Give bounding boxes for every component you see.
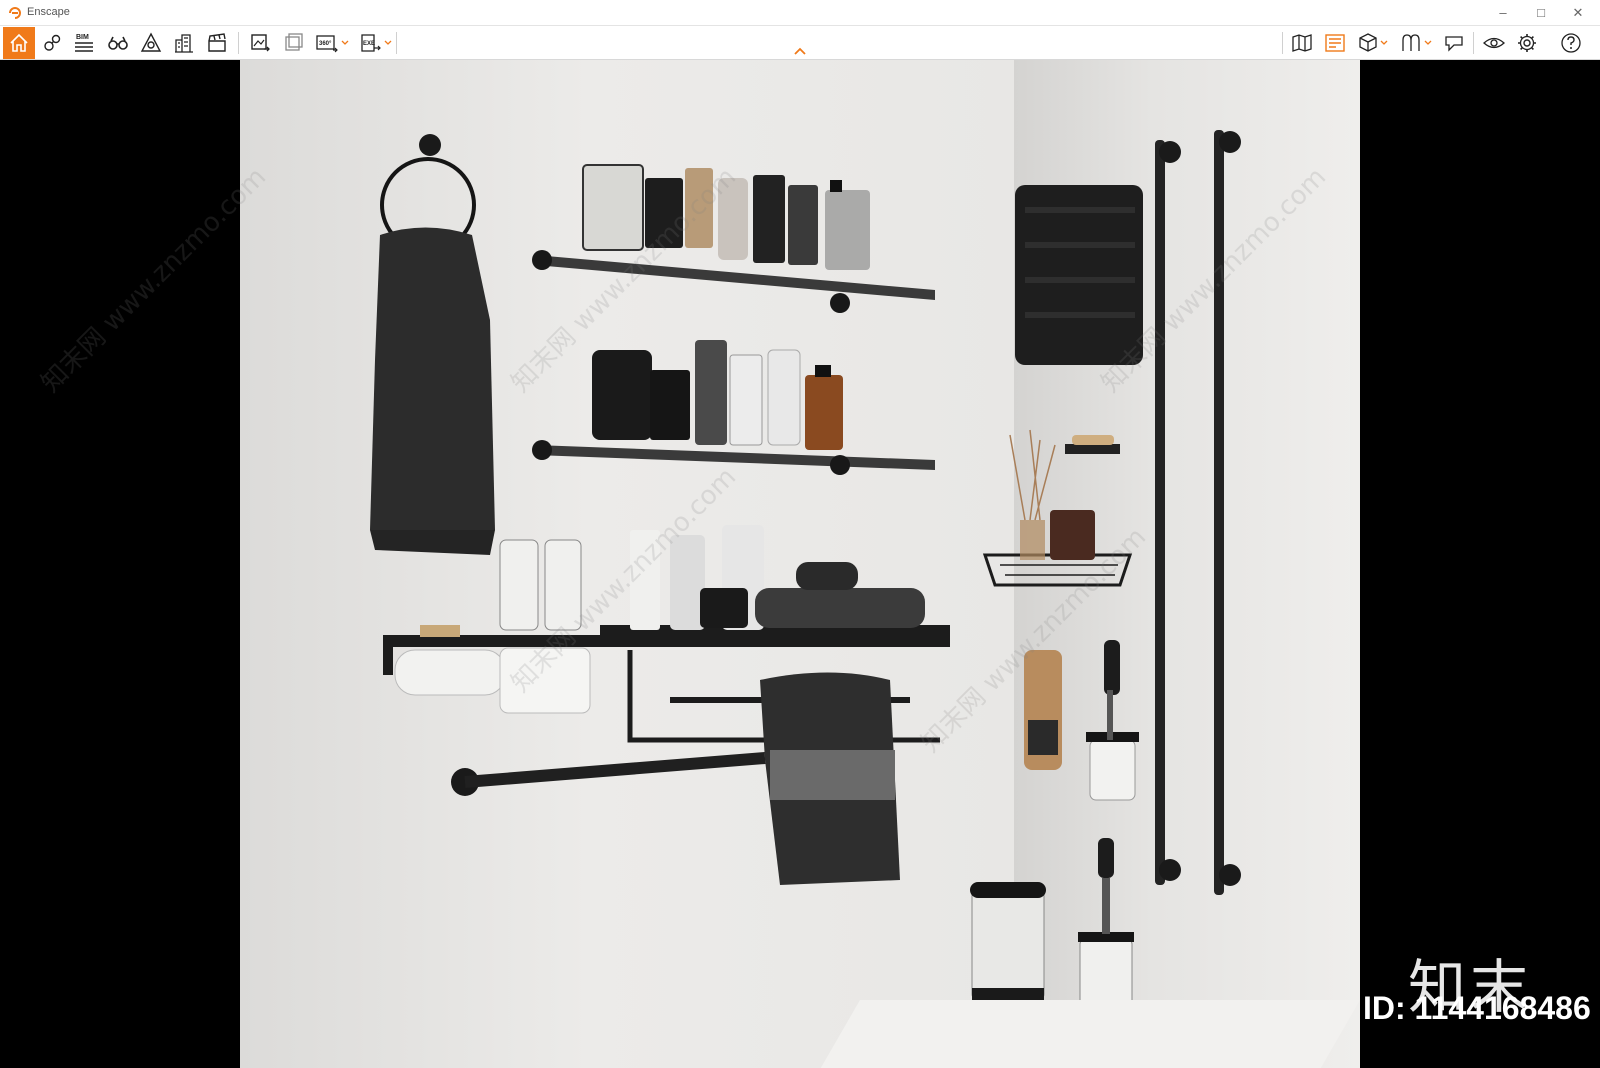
title-bar: Enscape – □ ✕ <box>0 0 1600 26</box>
chevron-down-icon <box>1424 40 1432 45</box>
watermark-site: 知末网 www.znzmo.com <box>35 162 273 399</box>
help-icon <box>1561 33 1581 53</box>
floor <box>820 1000 1360 1068</box>
safe-frame-icon <box>140 32 162 52</box>
bim-button[interactable]: BIM <box>70 29 98 57</box>
toolbar-separator <box>396 32 397 54</box>
settings-icon <box>1518 34 1536 52</box>
eye-icon <box>1483 37 1505 49</box>
object-dropdown[interactable] <box>1380 36 1388 50</box>
bim-label: BIM <box>76 34 89 41</box>
asset-library-button[interactable] <box>1321 29 1349 57</box>
export-dropdown[interactable] <box>384 36 392 50</box>
close-button[interactable]: ✕ <box>1558 0 1598 26</box>
render-viewport[interactable]: 知末网 www.znzmo.com 知末网 www.znzmo.com 知末网 … <box>0 60 1600 1068</box>
settings-button[interactable] <box>1513 29 1541 57</box>
screenshot-button[interactable] <box>246 29 274 57</box>
asset-library-icon <box>1325 34 1345 52</box>
rendered-scene <box>240 60 1360 1068</box>
panorama-360-icon: 360° <box>316 35 338 53</box>
panorama-label: 360° <box>319 41 332 47</box>
screenshot-icon <box>251 34 270 52</box>
help-button[interactable] <box>1557 29 1585 57</box>
panorama-button[interactable]: 360° <box>313 29 341 57</box>
visual-settings-icon <box>44 34 61 51</box>
chevron-down-icon <box>1380 40 1388 45</box>
bathroom-accessories-illustration <box>370 130 1241 1016</box>
panorama-dropdown[interactable] <box>341 36 349 50</box>
maximize-button[interactable]: □ <box>1521 0 1561 26</box>
cube-icon <box>1359 33 1377 52</box>
views-button[interactable] <box>170 29 198 57</box>
chevron-down-icon <box>384 40 392 45</box>
export-exe-label: EXE <box>363 41 375 47</box>
material-editor-icon <box>1402 34 1420 51</box>
feedback-icon <box>1445 36 1463 52</box>
visibility-button[interactable] <box>1480 29 1508 57</box>
toolbar-separator <box>238 32 239 54</box>
minimize-button[interactable]: – <box>1483 0 1523 26</box>
material-editor-button[interactable] <box>1397 29 1425 57</box>
main-toolbar: BIM 360° EXE <box>0 26 1600 60</box>
watermark-id: ID: 1144168486 <box>1363 990 1591 1026</box>
toolbar-separator <box>1282 32 1283 54</box>
map-button[interactable] <box>1288 29 1316 57</box>
clapboard-icon <box>208 33 226 52</box>
feedback-button[interactable] <box>1440 29 1468 57</box>
enscape-logo-icon <box>9 7 21 19</box>
buildings-icon <box>175 34 193 53</box>
map-icon <box>1292 34 1312 52</box>
home-button[interactable] <box>3 27 35 59</box>
chevron-up-icon <box>794 47 806 55</box>
object-button[interactable] <box>1354 29 1382 57</box>
safe-frame-button[interactable] <box>137 29 165 57</box>
binoculars-icon <box>108 36 128 50</box>
export-exe-icon: EXE <box>361 34 381 52</box>
collapse-toolbar-button[interactable] <box>790 44 810 58</box>
chevron-down-icon <box>341 40 349 45</box>
material-dropdown[interactable] <box>1424 36 1432 50</box>
visual-settings-button[interactable] <box>38 29 66 57</box>
batch-render-icon <box>285 33 303 51</box>
window-title: Enscape <box>27 6 70 18</box>
video-editor-button[interactable] <box>203 29 231 57</box>
batch-render-button[interactable] <box>280 29 308 57</box>
home-icon <box>10 33 28 52</box>
toolbar-separator <box>1473 32 1474 54</box>
export-exe-button[interactable]: EXE <box>356 29 384 57</box>
bim-icon: BIM <box>75 34 93 52</box>
walk-mode-button[interactable] <box>104 29 132 57</box>
